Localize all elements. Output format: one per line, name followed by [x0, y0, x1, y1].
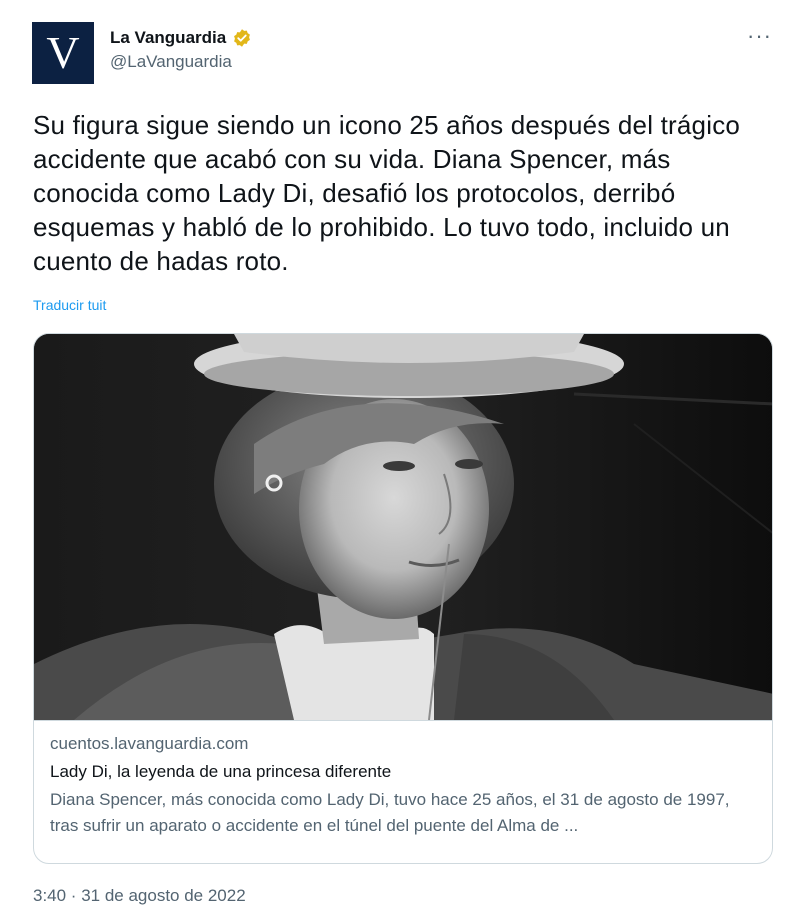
tweet-text: Su figura sigue siendo un icono 25 años …: [33, 110, 741, 276]
name-row: La Vanguardia: [110, 28, 252, 48]
tweet: V La Vanguardia @LaVanguardia ··· Su fig…: [0, 0, 800, 915]
avatar[interactable]: V: [32, 22, 94, 84]
card-body: cuentos.lavanguardia.com Lady Di, la ley…: [34, 720, 772, 839]
card-title: Lady Di, la leyenda de una princesa dife…: [50, 762, 392, 781]
card-description: Diana Spencer, más conocida como Lady Di…: [50, 790, 730, 835]
author-names: La Vanguardia @LaVanguardia: [110, 22, 252, 72]
tweet-timestamp[interactable]: 3:40 · 31 de agosto de 2022: [33, 886, 246, 906]
more-options-icon[interactable]: ···: [747, 22, 772, 47]
display-name[interactable]: La Vanguardia: [110, 28, 226, 48]
handle[interactable]: @LaVanguardia: [110, 52, 252, 72]
card-domain: cuentos.lavanguardia.com: [50, 734, 249, 753]
translate-tweet-link[interactable]: Traducir tuit: [33, 297, 106, 313]
tweet-header: V La Vanguardia @LaVanguardia ···: [32, 22, 772, 88]
card-photo[interactable]: [34, 334, 773, 720]
verified-badge-icon: [234, 29, 251, 47]
link-card[interactable]: cuentos.lavanguardia.com Lady Di, la ley…: [33, 333, 773, 864]
